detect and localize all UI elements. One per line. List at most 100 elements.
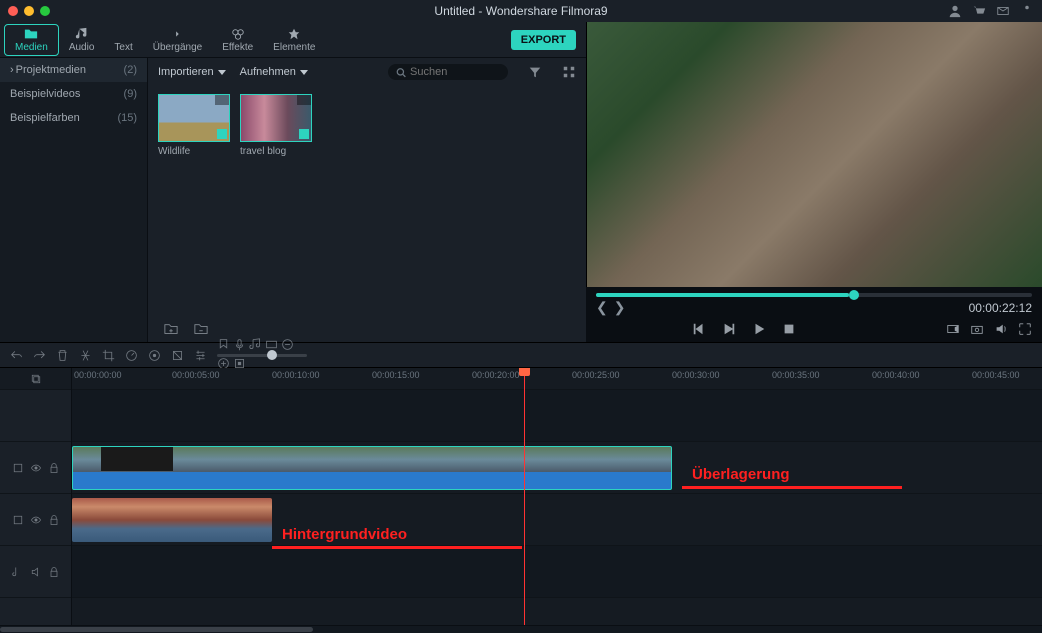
ruler-tick: 00:00:05:00: [172, 370, 220, 380]
playhead[interactable]: [524, 368, 525, 625]
speed-icon[interactable]: [125, 349, 138, 362]
lock-icon[interactable]: [48, 462, 60, 474]
minimize-window-button[interactable]: [24, 6, 34, 16]
import-dropdown[interactable]: Importieren: [158, 66, 226, 78]
annotation-overlay-line: [682, 486, 902, 489]
stop-button[interactable]: [782, 322, 796, 336]
timeline-scrollbar[interactable]: [0, 625, 1042, 633]
playhead-handle[interactable]: [519, 368, 530, 376]
tab-text[interactable]: Text: [104, 25, 142, 55]
visibility-icon[interactable]: [30, 462, 42, 474]
maximize-window-button[interactable]: [40, 6, 50, 16]
play-button[interactable]: [752, 322, 766, 336]
visibility-icon[interactable]: [30, 514, 42, 526]
ruler-tick: 00:00:15:00: [372, 370, 420, 380]
ruler-tick: 00:00:30:00: [672, 370, 720, 380]
used-check-icon: [217, 129, 227, 139]
zoom-handle[interactable]: [267, 350, 277, 360]
redo-icon[interactable]: [33, 349, 46, 362]
delete-folder-icon[interactable]: [194, 322, 208, 336]
lock-icon[interactable]: [48, 566, 60, 578]
search-input[interactable]: [410, 66, 500, 78]
filter-icon[interactable]: [528, 65, 542, 79]
close-window-button[interactable]: [8, 6, 18, 16]
tab-audio[interactable]: Audio: [59, 25, 105, 55]
delete-icon[interactable]: [56, 349, 69, 362]
tab-media[interactable]: Medien: [4, 24, 59, 56]
ruler-tick: 00:00:20:00: [472, 370, 520, 380]
record-dropdown[interactable]: Aufnehmen: [240, 66, 308, 78]
media-type-badge: [215, 95, 229, 105]
sidebar-item-sample-videos[interactable]: Beispielvideos (9): [0, 82, 147, 106]
sidebar-item-project-media[interactable]: ›Projektmedien (2): [0, 58, 147, 82]
clip-wildlife[interactable]: [72, 446, 672, 490]
film-icon: [12, 514, 24, 526]
track-manager-button[interactable]: [0, 368, 71, 390]
split-icon[interactable]: [79, 349, 92, 362]
scrub-progress: [596, 293, 849, 297]
sidebar-item-sample-colors[interactable]: Beispielfarben (15): [0, 106, 147, 130]
track-video-main[interactable]: [72, 494, 1042, 546]
clip-travel-blog[interactable]: [72, 498, 272, 542]
media-item-wildlife[interactable]: Wildlife: [158, 94, 230, 157]
next-frame-button[interactable]: ❯: [614, 299, 626, 316]
marker-icon[interactable]: [217, 338, 230, 351]
preview-viewport[interactable]: [586, 22, 1042, 287]
media-panel: Medien Audio Text Übergänge Effekte Elem…: [0, 22, 586, 342]
render-icon[interactable]: [265, 338, 278, 351]
new-folder-icon[interactable]: [164, 322, 178, 336]
media-thumbnail: [158, 94, 230, 142]
timecode: 00:00:22:12: [969, 301, 1032, 315]
ruler-tick: 00:00:40:00: [872, 370, 920, 380]
timeline-tracks[interactable]: 00:00:00:00 00:00:05:00 00:00:10:00 00:0…: [72, 368, 1042, 625]
timeline-ruler[interactable]: 00:00:00:00 00:00:05:00 00:00:10:00 00:0…: [72, 368, 1042, 390]
track-head-video-overlay: [0, 442, 71, 494]
account-icon[interactable]: [948, 4, 962, 18]
step-back-button[interactable]: [692, 322, 706, 336]
preview-scrubber[interactable]: [596, 293, 1032, 297]
sidebar-label: Beispielfarben: [10, 112, 80, 124]
media-sidebar: ›Projektmedien (2) Beispielvideos (9) Be…: [0, 58, 148, 342]
snapshot-icon[interactable]: [970, 322, 984, 336]
mute-icon[interactable]: [30, 566, 42, 578]
scrub-handle[interactable]: [849, 290, 859, 300]
preview-panel: ❮ ❯ 00:00:22:12: [586, 22, 1042, 342]
export-button[interactable]: EXPORT: [511, 30, 576, 50]
tab-elements[interactable]: Elemente: [263, 25, 325, 55]
voiceover-icon[interactable]: [233, 338, 246, 351]
prev-frame-button[interactable]: ❮: [596, 299, 608, 316]
tab-label: Audio: [69, 42, 95, 53]
effects-icon: [231, 27, 245, 41]
tab-transitions[interactable]: Übergänge: [143, 25, 212, 55]
fullscreen-icon[interactable]: [1018, 322, 1032, 336]
volume-icon[interactable]: [994, 322, 1008, 336]
search-box[interactable]: [388, 64, 508, 80]
titlebar: Untitled - Wondershare Filmora9: [0, 0, 1042, 22]
annotation-background-line: [272, 546, 522, 549]
chevron-down-icon: [300, 70, 308, 75]
track-audio[interactable]: [72, 546, 1042, 598]
color-icon[interactable]: [148, 349, 161, 362]
media-item-travel-blog[interactable]: travel blog: [240, 94, 312, 157]
scrollbar-thumb[interactable]: [0, 627, 313, 632]
main-tabs: Medien Audio Text Übergänge Effekte Elem…: [0, 22, 586, 58]
quality-icon[interactable]: [946, 322, 960, 336]
zoom-slider[interactable]: [217, 354, 307, 357]
adjust-icon[interactable]: [194, 349, 207, 362]
annotation-background: Hintergrundvideo: [282, 526, 407, 543]
chevron-down-icon: [218, 70, 226, 75]
sidebar-label: Beispielvideos: [10, 88, 80, 100]
feedback-icon[interactable]: [1020, 4, 1034, 18]
lock-icon[interactable]: [48, 514, 60, 526]
zoom-out-icon[interactable]: [281, 338, 294, 351]
play-back-button[interactable]: [722, 322, 736, 336]
undo-icon[interactable]: [10, 349, 23, 362]
tab-effects[interactable]: Effekte: [212, 25, 263, 55]
ruler-tick: 00:00:10:00: [272, 370, 320, 380]
cart-icon[interactable]: [972, 4, 986, 18]
crop-icon[interactable]: [102, 349, 115, 362]
greenscreen-icon[interactable]: [171, 349, 184, 362]
grid-view-icon[interactable]: [562, 65, 576, 79]
mail-icon[interactable]: [996, 4, 1010, 18]
mixer-icon[interactable]: [249, 338, 262, 351]
